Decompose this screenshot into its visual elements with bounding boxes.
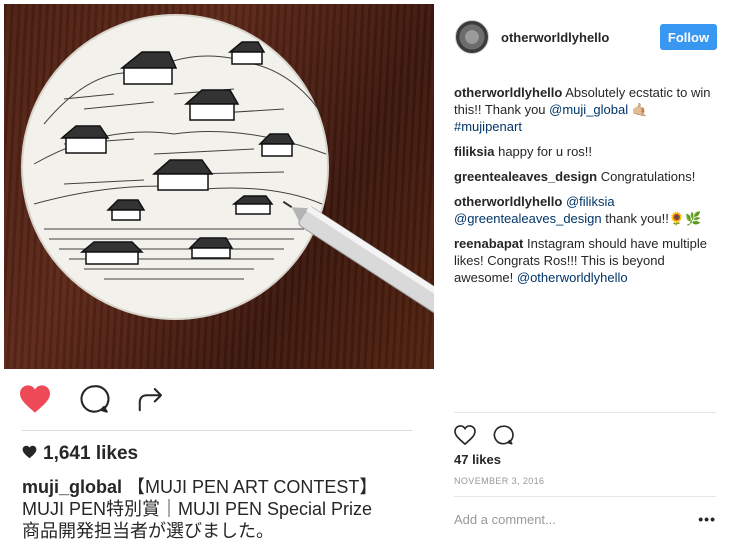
comment-hashtag[interactable]: #mujipenart (454, 119, 522, 134)
caption-line-2: MUJI PEN特別賞｜MUJI PEN Special Prize (22, 499, 373, 519)
sidebar-likes-count[interactable]: 47 likes (454, 452, 501, 467)
post-actions (18, 383, 166, 420)
header-username[interactable]: otherworldlyhello (501, 30, 660, 45)
comment-mention[interactable]: @filiksia (566, 194, 615, 209)
comments-list: otherworldlyhello Absolutely ecstatic to… (454, 84, 716, 294)
comment-username[interactable]: otherworldlyhello (454, 85, 562, 100)
comment-item: greentealeaves_design Congratulations! (454, 168, 716, 185)
avatar[interactable] (455, 20, 489, 54)
comment-text: thank you!!🌻🌿 (601, 211, 702, 226)
sidebar-actions (454, 424, 514, 451)
post-date[interactable]: NOVEMBER 3, 2016 (454, 476, 544, 486)
post-photo[interactable] (4, 4, 434, 369)
heart-outline-icon[interactable] (454, 425, 476, 450)
comment-username[interactable]: reenabapat (454, 236, 523, 251)
caption-line-1: 【MUJI PEN ART CONTEST】 (127, 477, 378, 497)
heart-small-icon (22, 443, 37, 465)
comment-item: otherworldlyhello @filiksia @greentealea… (454, 193, 716, 227)
share-icon[interactable] (136, 384, 166, 419)
comment-mention[interactable]: @greentealeaves_design (454, 211, 602, 226)
caption-line-3: 商品開発担当者が選びました。 (22, 521, 274, 541)
comment-username[interactable]: otherworldlyhello (454, 194, 562, 209)
illustration (21, 14, 434, 327)
divider (454, 412, 716, 413)
comment-mention[interactable]: @otherworldlyhello (517, 270, 628, 285)
comment-item: reenabapat Instagram should have multipl… (454, 235, 716, 286)
comment-icon[interactable] (78, 383, 110, 420)
comment-mention[interactable]: @muji_global (549, 102, 628, 117)
likes-text: 1,641 likes (43, 443, 139, 464)
comment-item: otherworldlyhello Absolutely ecstatic to… (454, 84, 716, 135)
caption-username[interactable]: muji_global (22, 477, 122, 497)
options-icon[interactable]: ••• (698, 511, 716, 527)
post-header: otherworldlyhello Follow (455, 18, 717, 56)
divider (454, 496, 716, 497)
left-post-view: 1,641 likes muji_global 【MUJI PEN ART CO… (0, 0, 434, 559)
comment-icon[interactable] (492, 424, 514, 451)
comment-text: happy for u ros!! (498, 144, 593, 159)
comment-username[interactable]: filiksia (454, 144, 494, 159)
add-comment-input[interactable] (454, 511, 699, 527)
comment-emoji: 🤙🏼 (631, 102, 648, 117)
likes-count[interactable]: 1,641 likes (22, 443, 138, 465)
add-comment-row: ••• (454, 508, 716, 530)
heart-filled-icon[interactable] (18, 384, 52, 419)
comment-item: filiksia happy for u ros!! (454, 143, 716, 160)
comment-text: Congratulations! (600, 169, 696, 184)
divider (22, 430, 412, 431)
right-sidebar: otherworldlyhello Follow otherworldlyhel… (441, 0, 731, 559)
comment-username[interactable]: greentealeaves_design (454, 169, 597, 184)
post-caption: muji_global 【MUJI PEN ART CONTEST】 MUJI … (22, 476, 422, 542)
follow-button[interactable]: Follow (660, 24, 717, 50)
